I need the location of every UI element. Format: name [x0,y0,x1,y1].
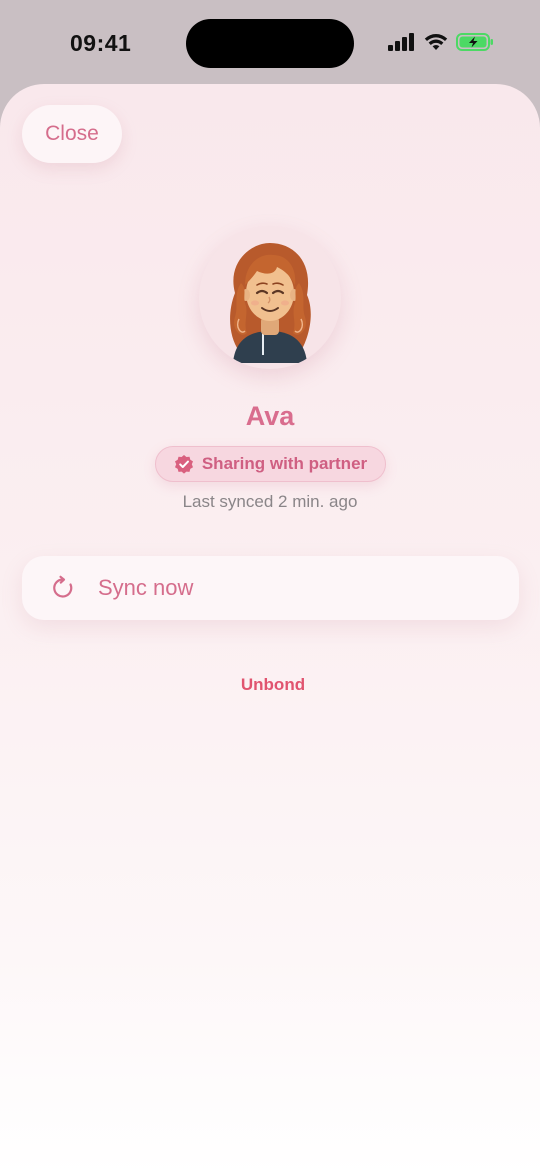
avatar-illustration [230,243,311,363]
sharing-status-badge: Sharing with partner [155,446,386,482]
wifi-icon [424,34,448,50]
profile-sheet: Close Ava Sharing with partner Last sync… [0,84,540,1175]
avatar [199,227,341,369]
status-bar: 09:41 [0,0,540,88]
sharing-status-label: Sharing with partner [201,454,368,473]
status-icons [388,32,494,52]
unbond-button[interactable]: Unbond [0,675,540,695]
close-button[interactable]: Close [22,105,122,163]
cellular-signal-icon [388,33,414,51]
screen: 09:41 Close Ava Sharing with partner Las… [0,0,540,1175]
refresh-icon [53,575,73,598]
sync-now-label: Sync now [98,575,194,600]
profile-name: Ava [245,401,295,431]
verified-check-icon [174,455,193,474]
sync-now-button[interactable]: Sync now [22,556,519,620]
battery-charging-icon [456,33,493,51]
status-time: 09:41 [70,30,132,56]
last-synced-text: Last synced 2 min. ago [182,492,358,511]
dynamic-island [186,19,354,68]
